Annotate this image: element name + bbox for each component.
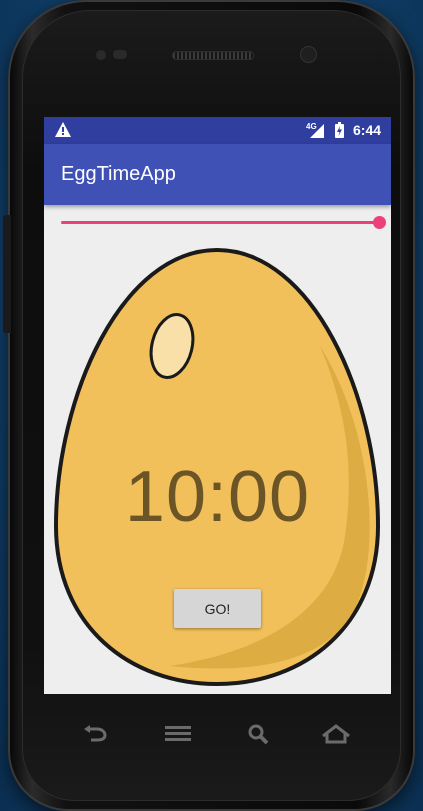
hardware-nav-keys bbox=[0, 718, 423, 752]
back-icon[interactable] bbox=[78, 718, 114, 750]
status-clock: 6:44 bbox=[353, 122, 382, 138]
sensor-dot bbox=[96, 50, 106, 60]
sensor-dot bbox=[113, 50, 127, 59]
app-title: EggTimeApp bbox=[61, 163, 176, 185]
device-screen: 4G 6:44 EggTimeApp 10:00 GO! bbox=[44, 117, 391, 694]
timer-slider[interactable] bbox=[61, 213, 386, 233]
battery-charging-icon bbox=[335, 122, 344, 143]
search-icon[interactable] bbox=[240, 718, 276, 750]
app-bar: EggTimeApp bbox=[44, 144, 391, 205]
slider-thumb[interactable] bbox=[373, 216, 386, 229]
slider-track[interactable] bbox=[61, 221, 379, 224]
volume-button bbox=[3, 215, 11, 333]
menu-icon[interactable] bbox=[160, 718, 196, 750]
signal-icon bbox=[310, 124, 324, 143]
earpiece-speaker bbox=[172, 51, 254, 60]
status-bar: 4G 6:44 bbox=[44, 117, 391, 144]
timer-display: 10:00 bbox=[124, 457, 311, 537]
front-camera bbox=[300, 46, 317, 63]
home-icon[interactable] bbox=[318, 718, 354, 750]
go-button[interactable]: GO! bbox=[174, 589, 261, 628]
warning-icon bbox=[55, 122, 71, 142]
